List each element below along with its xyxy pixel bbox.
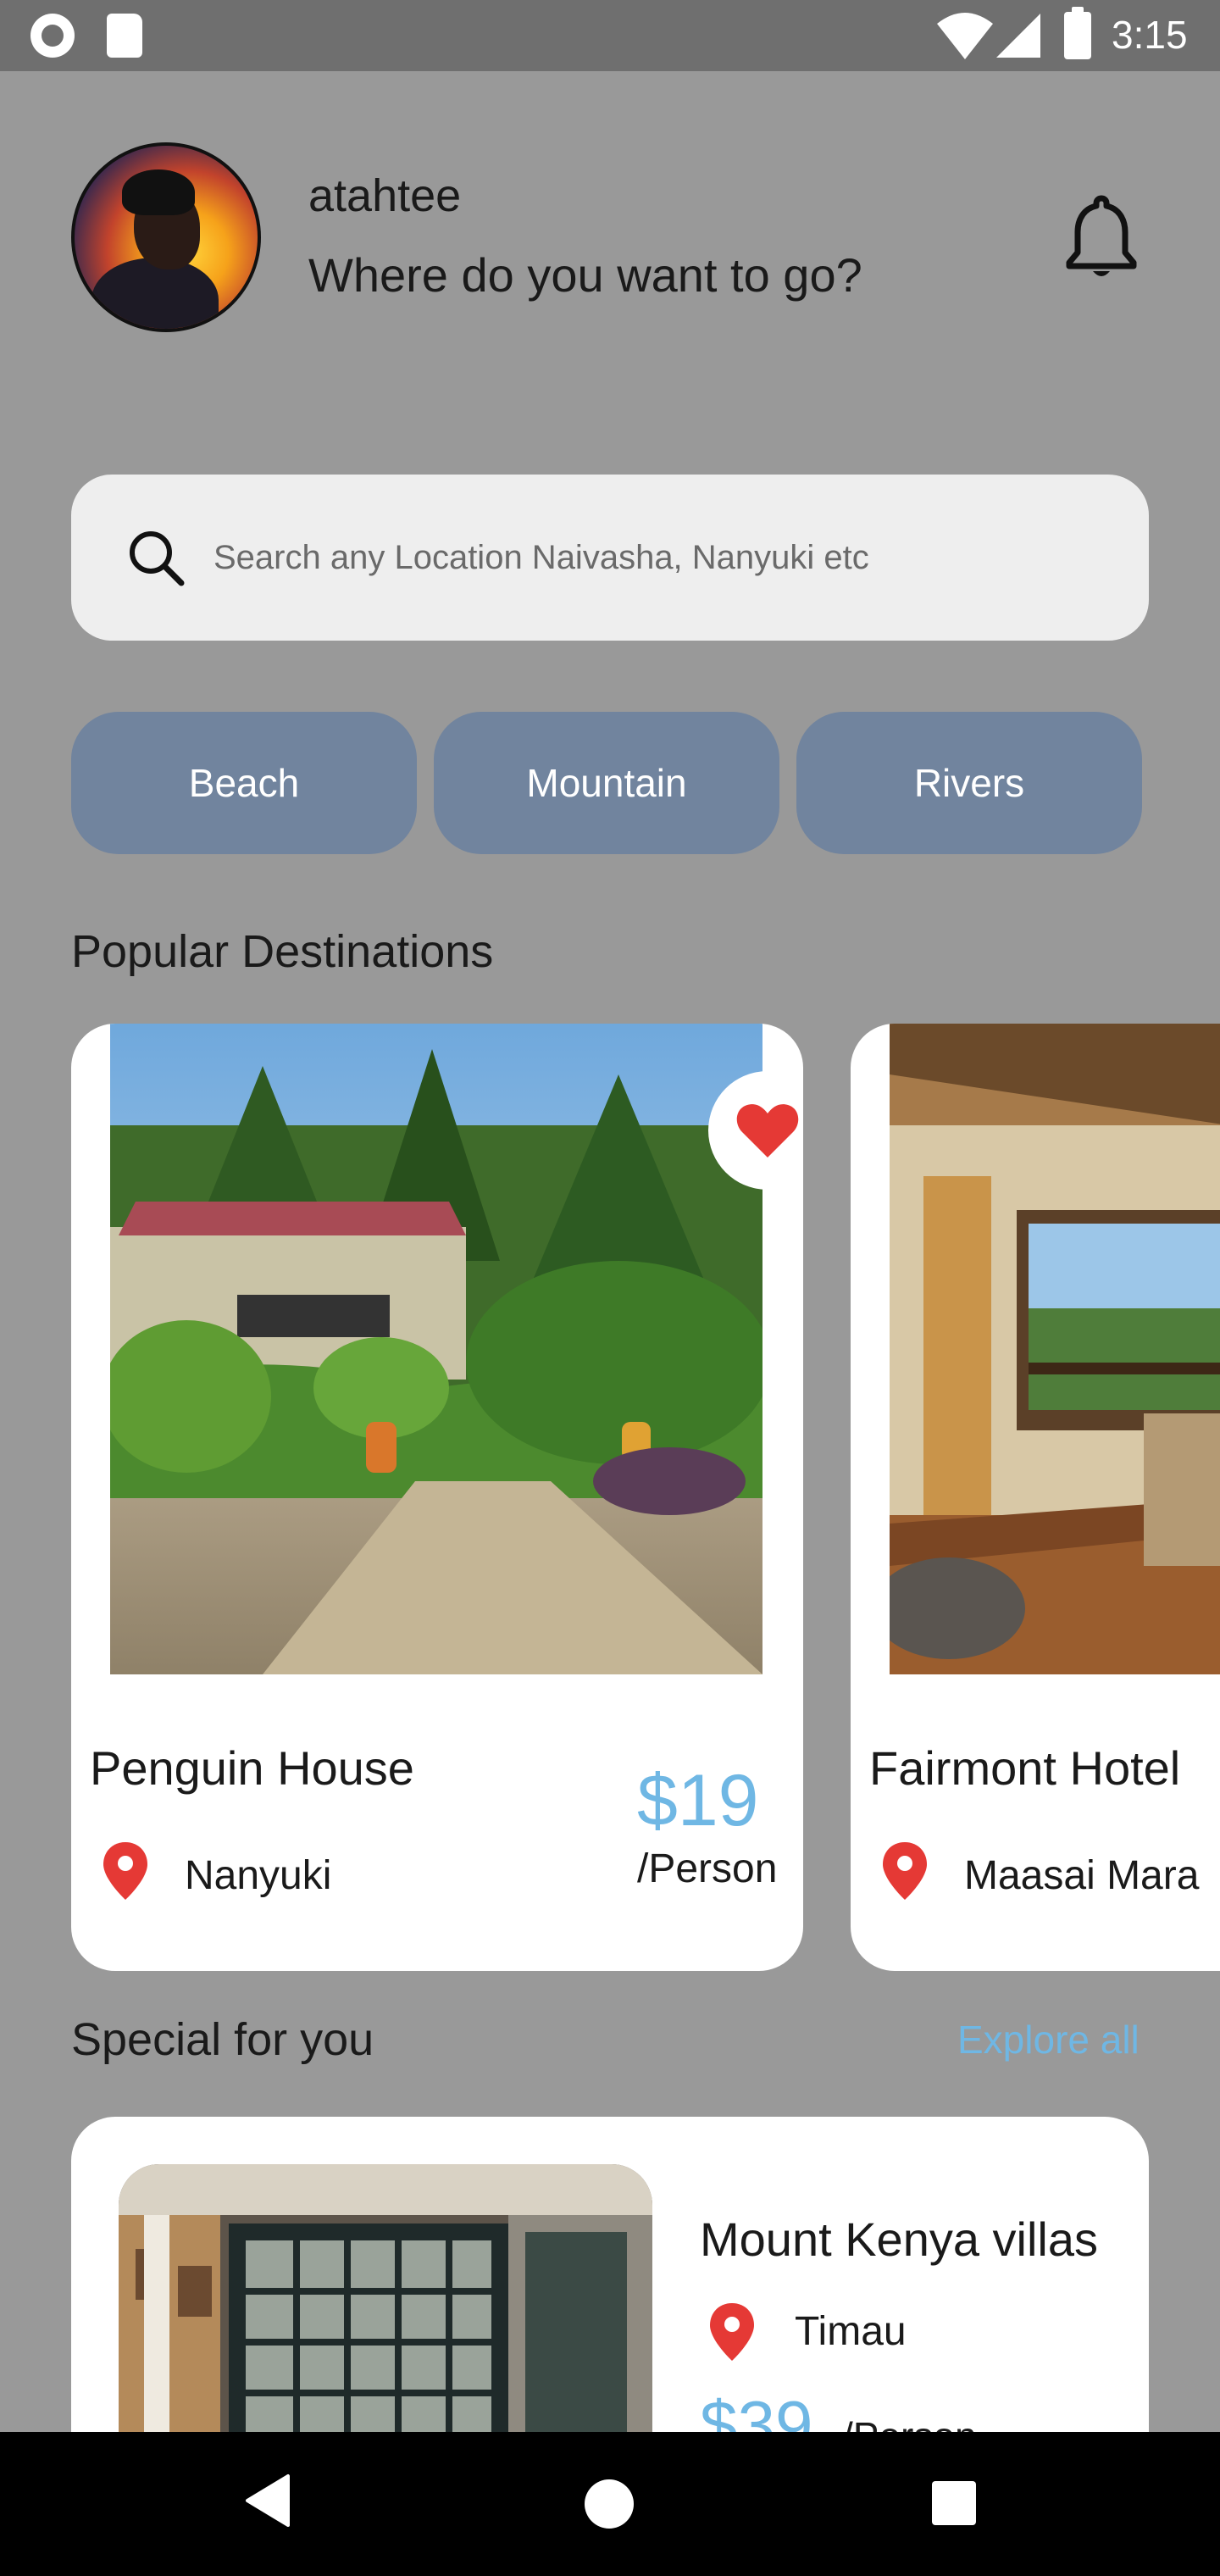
price-unit: /Person bbox=[637, 1846, 778, 1891]
search-bar[interactable] bbox=[71, 475, 1149, 641]
special-title: Special for you bbox=[71, 2014, 374, 2065]
bell-icon[interactable] bbox=[1061, 193, 1142, 281]
destination-card[interactable]: Penguin House Nanyuki $19 /Person bbox=[71, 1024, 803, 1971]
sd-card-icon bbox=[107, 14, 142, 58]
signal-icon bbox=[996, 14, 1040, 58]
location-pin-icon bbox=[710, 2303, 754, 2361]
location-pin-icon bbox=[883, 1842, 927, 1900]
special-name: Mount Kenya villas bbox=[700, 2212, 1099, 2266]
popular-title: Popular Destinations bbox=[71, 926, 494, 977]
destination-location: Nanyuki bbox=[185, 1853, 332, 1898]
home-icon[interactable] bbox=[585, 2479, 634, 2529]
record-icon bbox=[30, 14, 75, 58]
destination-image bbox=[110, 1024, 762, 1674]
navigation-bar bbox=[0, 2432, 1220, 2576]
avatar[interactable] bbox=[71, 142, 261, 332]
destination-image bbox=[890, 1024, 1220, 1674]
tagline: Where do you want to go? bbox=[308, 248, 862, 302]
category-mountain[interactable]: Mountain bbox=[434, 712, 779, 854]
destination-location: Maasai Mara bbox=[964, 1853, 1200, 1898]
back-icon[interactable] bbox=[244, 2473, 291, 2529]
special-location: Timau bbox=[795, 2309, 907, 2354]
battery-icon bbox=[1064, 7, 1091, 59]
wifi-icon bbox=[937, 13, 993, 59]
search-icon bbox=[130, 531, 185, 586]
heart-icon bbox=[736, 1104, 799, 1158]
explore-all-link[interactable]: Explore all bbox=[957, 2017, 1140, 2062]
destination-card[interactable]: Fairmont Hotel Maasai Mara bbox=[851, 1024, 1220, 1971]
status-bar: 3:15 bbox=[0, 0, 1220, 71]
destination-price: $19 bbox=[637, 1760, 759, 1841]
recent-apps-icon[interactable] bbox=[932, 2481, 976, 2525]
location-pin-icon bbox=[103, 1842, 147, 1900]
search-input[interactable] bbox=[214, 525, 1112, 590]
status-time: 3:15 bbox=[1112, 13, 1188, 57]
category-rivers[interactable]: Rivers bbox=[796, 712, 1142, 854]
destination-name: Fairmont Hotel bbox=[869, 1741, 1181, 1795]
destination-name: Penguin House bbox=[90, 1741, 414, 1795]
category-beach[interactable]: Beach bbox=[71, 712, 417, 854]
username: atahtee bbox=[308, 170, 462, 221]
